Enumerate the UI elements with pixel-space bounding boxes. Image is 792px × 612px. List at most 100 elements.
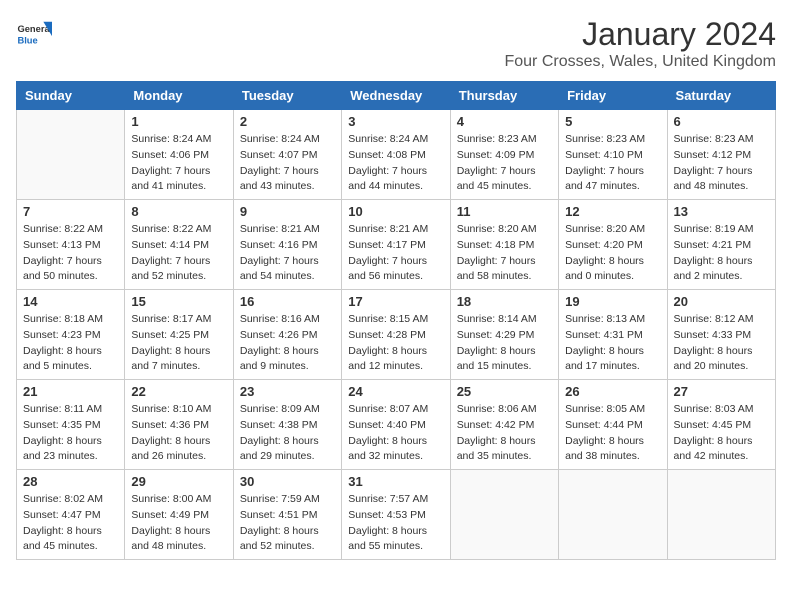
calendar-day-cell: 14Sunrise: 8:18 AMSunset: 4:23 PMDayligh… bbox=[17, 290, 125, 380]
day-number: 26 bbox=[565, 384, 660, 399]
calendar-week-row: 7Sunrise: 8:22 AMSunset: 4:13 PMDaylight… bbox=[17, 200, 776, 290]
day-info: Sunrise: 8:00 AMSunset: 4:49 PMDaylight:… bbox=[131, 492, 226, 555]
day-info: Sunrise: 8:21 AMSunset: 4:16 PMDaylight:… bbox=[240, 222, 335, 285]
day-info: Sunrise: 8:23 AMSunset: 4:10 PMDaylight:… bbox=[565, 132, 660, 195]
day-info: Sunrise: 8:03 AMSunset: 4:45 PMDaylight:… bbox=[674, 402, 769, 465]
day-info: Sunrise: 8:23 AMSunset: 4:12 PMDaylight:… bbox=[674, 132, 769, 195]
day-info: Sunrise: 8:22 AMSunset: 4:14 PMDaylight:… bbox=[131, 222, 226, 285]
calendar-week-row: 21 Sunrise: 8:11 AMSunset: 4:35 PMDayligh… bbox=[17, 380, 776, 470]
day-number: 8 bbox=[131, 204, 226, 219]
day-info: Sunrise: 8:11 AMSunset: 4:35 PMDaylight:… bbox=[23, 402, 118, 465]
calendar-day-cell bbox=[17, 110, 125, 200]
day-info: Sunrise: 8:23 AMSunset: 4:09 PMDaylight:… bbox=[457, 132, 552, 195]
day-number: 22 bbox=[131, 384, 226, 399]
calendar-day-cell: 21 Sunrise: 8:11 AMSunset: 4:35 PMDayligh… bbox=[17, 380, 125, 470]
day-number: 17 bbox=[348, 294, 443, 309]
day-number: 25 bbox=[457, 384, 552, 399]
weekday-header-sunday: Sunday bbox=[17, 82, 125, 110]
day-info: Sunrise: 8:07 AMSunset: 4:40 PMDaylight:… bbox=[348, 402, 443, 465]
day-info: Sunrise: 8:02 AMSunset: 4:47 PMDaylight:… bbox=[23, 492, 118, 555]
day-number: 16 bbox=[240, 294, 335, 309]
day-number: 10 bbox=[348, 204, 443, 219]
day-number: 20 bbox=[674, 294, 769, 309]
calendar-day-cell: 6Sunrise: 8:23 AMSunset: 4:12 PMDaylight… bbox=[667, 110, 775, 200]
weekday-header-wednesday: Wednesday bbox=[342, 82, 450, 110]
calendar-day-cell bbox=[559, 470, 667, 560]
calendar-day-cell: 4 Sunrise: 8:23 AMSunset: 4:09 PMDaylight… bbox=[450, 110, 558, 200]
day-info: Sunrise: 8:15 AMSunset: 4:28 PMDaylight:… bbox=[348, 312, 443, 375]
day-number: 18 bbox=[457, 294, 552, 309]
calendar-day-cell: 13 Sunrise: 8:19 AMSunset: 4:21 PMDayligh… bbox=[667, 200, 775, 290]
day-number: 3 bbox=[348, 114, 443, 129]
day-info: Sunrise: 8:21 AMSunset: 4:17 PMDaylight:… bbox=[348, 222, 443, 285]
calendar-day-cell: 5 Sunrise: 8:23 AMSunset: 4:10 PMDaylight… bbox=[559, 110, 667, 200]
calendar-day-cell: 29 Sunrise: 8:00 AMSunset: 4:49 PMDayligh… bbox=[125, 470, 233, 560]
calendar-day-cell: 25Sunrise: 8:06 AMSunset: 4:42 PMDayligh… bbox=[450, 380, 558, 470]
calendar-day-cell: 3 Sunrise: 8:24 AMSunset: 4:08 PMDaylight… bbox=[342, 110, 450, 200]
calendar-day-cell: 8 Sunrise: 8:22 AMSunset: 4:14 PMDaylight… bbox=[125, 200, 233, 290]
calendar-week-row: 28Sunrise: 8:02 AMSunset: 4:47 PMDayligh… bbox=[17, 470, 776, 560]
day-number: 11 bbox=[457, 204, 552, 219]
day-number: 13 bbox=[674, 204, 769, 219]
day-info: Sunrise: 8:20 AMSunset: 4:20 PMDaylight:… bbox=[565, 222, 660, 285]
calendar-day-cell: 7Sunrise: 8:22 AMSunset: 4:13 PMDaylight… bbox=[17, 200, 125, 290]
calendar-day-cell: 30Sunrise: 7:59 AMSunset: 4:51 PMDayligh… bbox=[233, 470, 341, 560]
logo-icon: General Blue bbox=[16, 16, 52, 52]
day-info: Sunrise: 8:12 AMSunset: 4:33 PMDaylight:… bbox=[674, 312, 769, 375]
weekday-header-row: SundayMondayTuesdayWednesdayThursdayFrid… bbox=[17, 82, 776, 110]
calendar-day-cell: 24Sunrise: 8:07 AMSunset: 4:40 PMDayligh… bbox=[342, 380, 450, 470]
logo: General Blue bbox=[16, 16, 52, 52]
calendar-day-cell: 9 Sunrise: 8:21 AMSunset: 4:16 PMDaylight… bbox=[233, 200, 341, 290]
calendar-day-cell: 12 Sunrise: 8:20 AMSunset: 4:20 PMDayligh… bbox=[559, 200, 667, 290]
day-info: Sunrise: 8:13 AMSunset: 4:31 PMDaylight:… bbox=[565, 312, 660, 375]
calendar-day-cell: 1 Sunrise: 8:24 AMSunset: 4:06 PMDaylight… bbox=[125, 110, 233, 200]
day-info: Sunrise: 8:19 AMSunset: 4:21 PMDaylight:… bbox=[674, 222, 769, 285]
svg-text:Blue: Blue bbox=[17, 35, 37, 45]
calendar-day-cell: 16 Sunrise: 8:16 AMSunset: 4:26 PMDayligh… bbox=[233, 290, 341, 380]
page-header: General Blue January 2024 Four Crosses, … bbox=[16, 16, 776, 71]
day-info: Sunrise: 8:14 AMSunset: 4:29 PMDaylight:… bbox=[457, 312, 552, 375]
day-number: 19 bbox=[565, 294, 660, 309]
day-number: 21 bbox=[23, 384, 118, 399]
title-area: January 2024 Four Crosses, Wales, United… bbox=[504, 16, 776, 71]
day-number: 5 bbox=[565, 114, 660, 129]
day-number: 23 bbox=[240, 384, 335, 399]
day-number: 7 bbox=[23, 204, 118, 219]
day-number: 31 bbox=[348, 474, 443, 489]
weekday-header-thursday: Thursday bbox=[450, 82, 558, 110]
calendar-day-cell: 28Sunrise: 8:02 AMSunset: 4:47 PMDayligh… bbox=[17, 470, 125, 560]
calendar-day-cell bbox=[667, 470, 775, 560]
weekday-header-tuesday: Tuesday bbox=[233, 82, 341, 110]
day-info: Sunrise: 8:05 AMSunset: 4:44 PMDaylight:… bbox=[565, 402, 660, 465]
calendar-day-cell: 23Sunrise: 8:09 AMSunset: 4:38 PMDayligh… bbox=[233, 380, 341, 470]
calendar-day-cell: 2Sunrise: 8:24 AMSunset: 4:07 PMDaylight… bbox=[233, 110, 341, 200]
calendar-day-cell bbox=[450, 470, 558, 560]
calendar-day-cell: 31 Sunrise: 7:57 AMSunset: 4:53 PMDayligh… bbox=[342, 470, 450, 560]
day-number: 27 bbox=[674, 384, 769, 399]
day-info: Sunrise: 8:16 AMSunset: 4:26 PMDaylight:… bbox=[240, 312, 335, 375]
day-number: 29 bbox=[131, 474, 226, 489]
day-number: 4 bbox=[457, 114, 552, 129]
calendar-week-row: 1 Sunrise: 8:24 AMSunset: 4:06 PMDaylight… bbox=[17, 110, 776, 200]
month-title: January 2024 bbox=[504, 16, 776, 53]
weekday-header-friday: Friday bbox=[559, 82, 667, 110]
calendar-day-cell: 17 Sunrise: 8:15 AMSunset: 4:28 PMDayligh… bbox=[342, 290, 450, 380]
day-number: 15 bbox=[131, 294, 226, 309]
day-info: Sunrise: 8:17 AMSunset: 4:25 PMDaylight:… bbox=[131, 312, 226, 375]
calendar-day-cell: 22Sunrise: 8:10 AMSunset: 4:36 PMDayligh… bbox=[125, 380, 233, 470]
day-number: 12 bbox=[565, 204, 660, 219]
day-info: Sunrise: 8:20 AMSunset: 4:18 PMDaylight:… bbox=[457, 222, 552, 285]
day-info: Sunrise: 7:57 AMSunset: 4:53 PMDaylight:… bbox=[348, 492, 443, 555]
day-info: Sunrise: 8:24 AMSunset: 4:08 PMDaylight:… bbox=[348, 132, 443, 195]
calendar-week-row: 14Sunrise: 8:18 AMSunset: 4:23 PMDayligh… bbox=[17, 290, 776, 380]
calendar-day-cell: 15 Sunrise: 8:17 AMSunset: 4:25 PMDayligh… bbox=[125, 290, 233, 380]
day-number: 9 bbox=[240, 204, 335, 219]
day-info: Sunrise: 8:24 AMSunset: 4:07 PMDaylight:… bbox=[240, 132, 335, 195]
day-number: 1 bbox=[131, 114, 226, 129]
calendar-day-cell: 19 Sunrise: 8:13 AMSunset: 4:31 PMDayligh… bbox=[559, 290, 667, 380]
day-number: 30 bbox=[240, 474, 335, 489]
day-info: Sunrise: 8:18 AMSunset: 4:23 PMDaylight:… bbox=[23, 312, 118, 375]
day-info: Sunrise: 8:24 AMSunset: 4:06 PMDaylight:… bbox=[131, 132, 226, 195]
weekday-header-monday: Monday bbox=[125, 82, 233, 110]
calendar-table: SundayMondayTuesdayWednesdayThursdayFrid… bbox=[16, 81, 776, 560]
